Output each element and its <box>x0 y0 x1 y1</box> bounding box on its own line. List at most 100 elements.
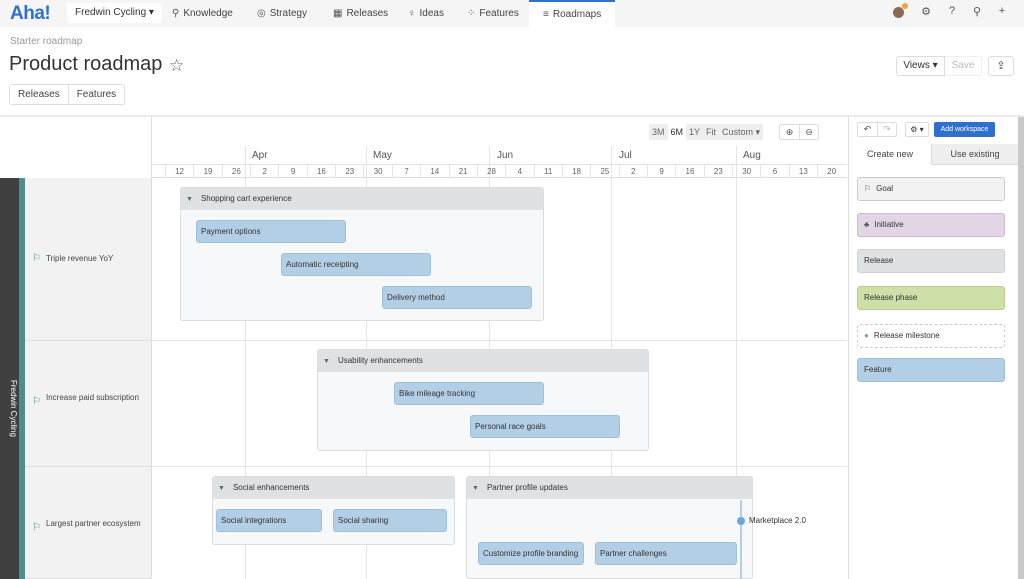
week-label: 14 <box>420 165 448 178</box>
feature-bar[interactable]: Customize profile branding <box>478 542 584 565</box>
aha-logo[interactable]: Aha! <box>10 3 51 25</box>
feature-bar[interactable]: Bike mileage tracking <box>394 382 544 405</box>
week-label: 4 <box>505 165 533 178</box>
undo-icon[interactable]: ↶ <box>858 123 877 136</box>
collapse-caret-icon[interactable]: ▼ <box>323 358 330 365</box>
ideas-icon: ♀ <box>408 8 416 19</box>
tab-releases[interactable]: Releases <box>10 85 68 104</box>
workspace-selector[interactable]: Fredwin Cycling ▾ <box>67 3 162 23</box>
week-label: 21 <box>448 165 477 178</box>
avatar[interactable] <box>893 7 904 18</box>
card-label: Goal <box>876 184 894 193</box>
month-label: Jul <box>619 150 632 161</box>
zoom-3m[interactable]: 3M <box>649 124 668 140</box>
week-label: 2 <box>618 165 647 178</box>
releases-icon: ▦ <box>333 8 343 19</box>
card-release[interactable]: Release <box>857 249 1005 273</box>
feature-bar[interactable]: Social integrations <box>216 509 322 532</box>
card-feature[interactable]: Feature <box>857 358 1005 382</box>
week-label: 7 <box>391 165 420 178</box>
goal-label: Largest partner ecosystem <box>46 519 141 528</box>
search-icon[interactable]: ⚲ <box>969 5 985 18</box>
zoom-out-icon[interactable]: ⊖ <box>799 125 818 139</box>
panel-scrollbar[interactable] <box>1018 117 1024 579</box>
card-goal[interactable]: ⚐ Goal <box>857 177 1005 201</box>
star-icon[interactable]: ☆ <box>169 56 184 76</box>
week-label: 23 <box>703 165 732 178</box>
goal-label: Triple revenue YoY <box>46 254 114 263</box>
month-label: Jun <box>497 150 514 161</box>
save-button[interactable]: Save <box>945 56 982 76</box>
goal-label: Increase paid subscription <box>46 393 139 402</box>
nav-roadmaps[interactable]: ≡ Roadmaps <box>529 0 616 27</box>
timeframe-selector: 3M 6M 1Y Fit Custom ▾ <box>649 124 764 140</box>
nav-features[interactable]: ⁘ Features <box>467 0 519 27</box>
flag-icon: ⚐ <box>864 184 872 193</box>
flag-icon: ⚐ <box>32 522 41 533</box>
nav-strategy[interactable]: ◎ Strategy <box>257 0 307 27</box>
gear-dropdown-button[interactable]: ⚙ ▾ <box>905 122 929 137</box>
card-release-phase[interactable]: Release phase <box>857 286 1005 310</box>
milestone-dot-icon: ● <box>864 331 869 340</box>
goal-row[interactable]: ⚐ Largest partner ecosystem <box>25 467 152 579</box>
settings-icon[interactable]: ⚙ <box>918 5 934 18</box>
collapse-caret-icon[interactable]: ▼ <box>218 485 225 492</box>
nav-ideas[interactable]: ♀ Ideas <box>408 0 444 27</box>
month-label: Aug <box>743 150 761 161</box>
redo-icon[interactable]: ↷ <box>877 123 896 136</box>
goal-row[interactable]: ⚐ Triple revenue YoY <box>25 178 152 341</box>
header-spacer <box>0 117 152 178</box>
goal-row[interactable]: ⚐ Increase paid subscription <box>25 341 152 467</box>
week-label: 20 <box>817 165 845 178</box>
collapse-caret-icon[interactable]: ▼ <box>472 485 479 492</box>
week-label: 2 <box>250 165 278 178</box>
nav-label: Knowledge <box>183 8 233 19</box>
feature-bar[interactable]: Automatic receipting <box>281 253 431 276</box>
week-label: 9 <box>278 165 306 178</box>
help-icon[interactable]: ? <box>944 5 960 17</box>
week-label: 26 <box>221 165 250 178</box>
feature-bar[interactable]: Partner challenges <box>595 542 737 565</box>
feature-bar[interactable]: Payment options <box>196 220 346 243</box>
initiative-name: Shopping cart experience <box>200 194 292 203</box>
zoom-fit[interactable]: Fit <box>703 124 719 140</box>
zoom-6m[interactable]: 6M <box>667 124 687 140</box>
milestone-label: Marketplace 2.0 <box>749 516 806 525</box>
month-label: May <box>373 150 392 161</box>
week-label: 11 <box>533 165 562 178</box>
undo-redo-group: ↶ ↷ <box>857 122 897 137</box>
zoom-custom[interactable]: Custom ▾ <box>719 124 763 140</box>
week-label: 18 <box>561 165 590 178</box>
week-label: 6 <box>760 165 788 178</box>
feature-bar[interactable]: Delivery method <box>382 286 532 309</box>
features-icon: ⁘ <box>467 8 476 19</box>
zoom-1y[interactable]: 1Y <box>686 124 703 140</box>
add-icon[interactable]: + <box>994 5 1010 17</box>
week-label: 16 <box>675 165 703 178</box>
week-label: 19 <box>193 165 221 178</box>
views-button[interactable]: Views ▾ <box>896 56 945 76</box>
card-release-milestone[interactable]: ● Release milestone <box>857 324 1005 348</box>
tab-create-new[interactable]: Create new <box>849 144 931 165</box>
view-tabs: Releases Features <box>9 84 126 105</box>
breadcrumb[interactable]: Starter roadmap <box>10 36 82 47</box>
nav-releases[interactable]: ▦ Releases <box>333 0 388 27</box>
week-label: 12 <box>165 165 193 178</box>
collapse-caret-icon[interactable]: ▼ <box>186 196 193 203</box>
initiative-icon: ♣ <box>864 220 870 229</box>
card-label: Release phase <box>864 293 918 302</box>
zoom-in-icon[interactable]: ⊕ <box>780 125 799 139</box>
feature-bar[interactable]: Social sharing <box>333 509 447 532</box>
feature-bar[interactable]: Personal race goals <box>470 415 620 438</box>
flag-icon: ⚐ <box>32 253 41 264</box>
tab-features[interactable]: Features <box>67 85 125 104</box>
roadmaps-icon: ≡ <box>543 9 549 20</box>
share-icon[interactable]: ⇪ <box>988 56 1014 76</box>
milestone-marker[interactable] <box>737 517 745 525</box>
top-nav: Aha! Fredwin Cycling ▾ ⚲ Knowledge ◎ Strat… <box>0 0 1024 27</box>
zoom-buttons: ⊕ ⊖ <box>779 124 819 140</box>
tab-use-existing[interactable]: Use existing <box>931 144 1018 165</box>
add-workspace-button[interactable]: Add workspace <box>934 122 995 137</box>
nav-knowledge[interactable]: ⚲ Knowledge <box>172 0 233 27</box>
card-initiative[interactable]: ♣ Initiative <box>857 213 1005 237</box>
